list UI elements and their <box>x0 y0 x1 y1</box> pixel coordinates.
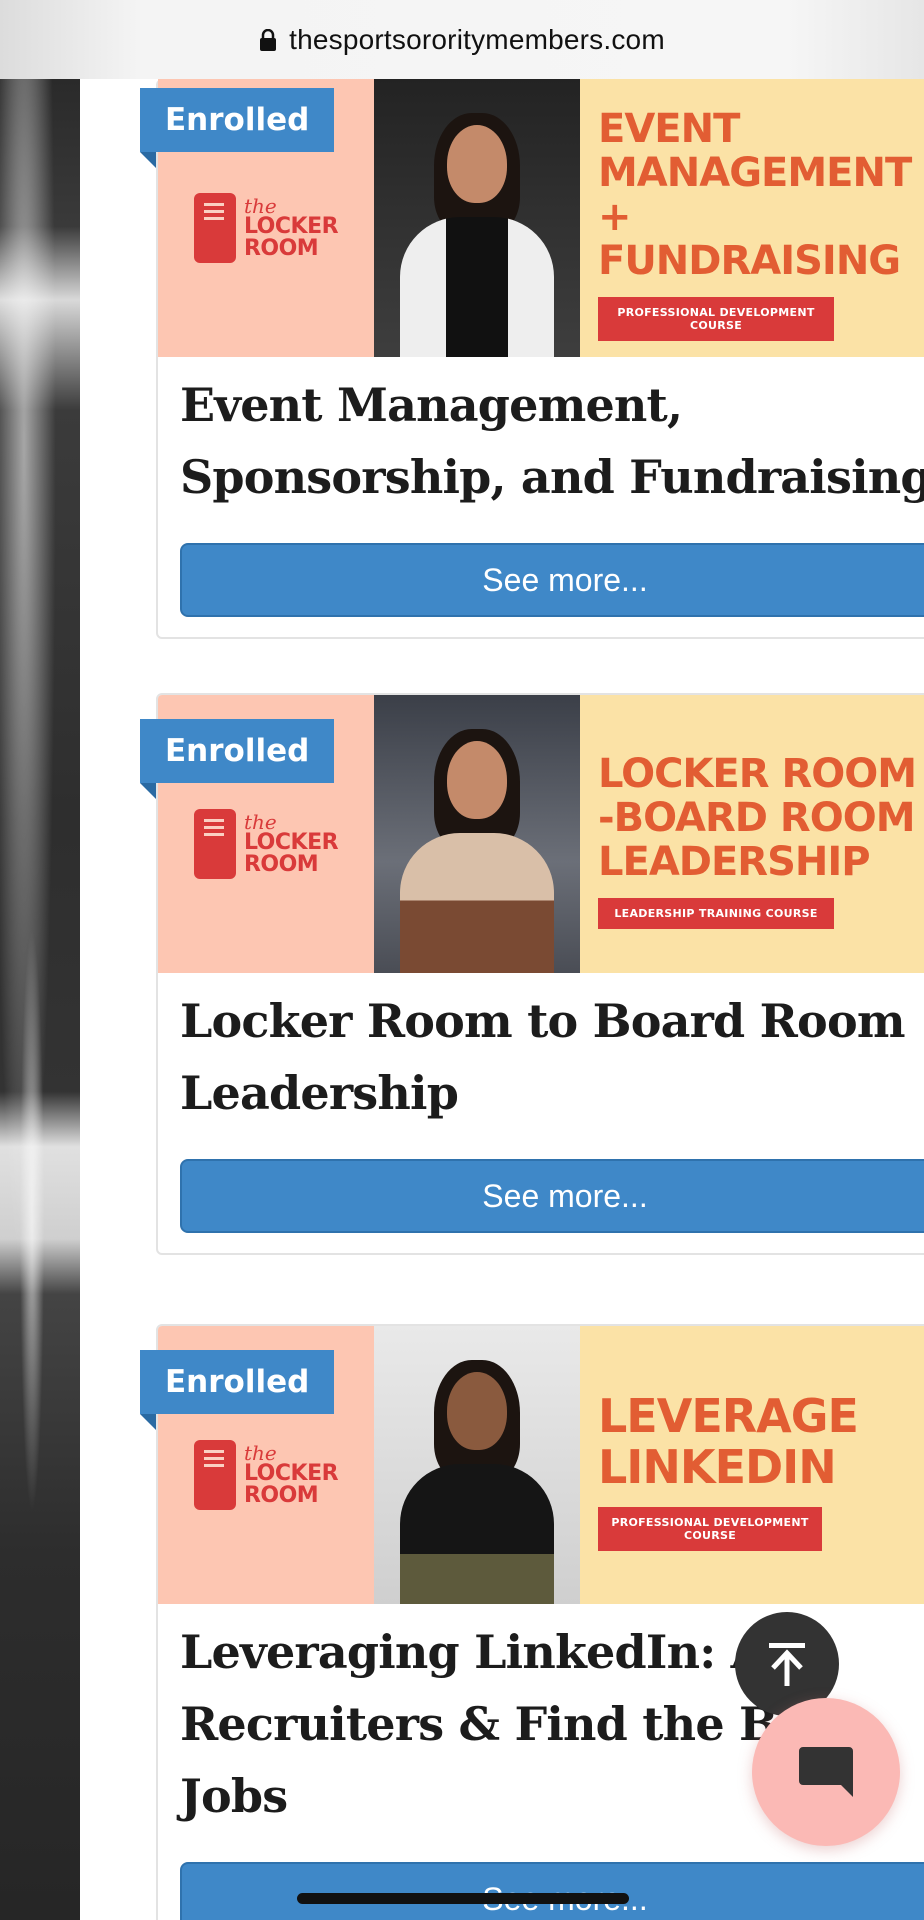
locker-room-logo: the LOCKER ROOM <box>193 193 339 263</box>
locker-icon <box>193 809 236 879</box>
enrolled-badge: Enrolled <box>140 1350 335 1430</box>
banner-text-pane: LEVERAGE LINKEDIN PROFESSIONAL DEVELOPME… <box>580 1326 924 1604</box>
logo-room: ROOM <box>243 1483 319 1508</box>
banner-headline: EVENT MANAGEMENT + FUNDRAISING <box>598 106 912 284</box>
arrow-up-to-line-icon <box>769 1643 805 1686</box>
logo-the: the <box>243 810 277 834</box>
chat-bubble-icon <box>799 1747 853 1797</box>
home-indicator <box>297 1893 629 1904</box>
enrolled-badge: Enrolled <box>140 88 335 168</box>
course-title[interactable]: Event Management, Sponsorship, and Fundr… <box>158 357 924 513</box>
logo-the: the <box>243 1441 277 1465</box>
banner-headline: LOCKER ROOM -BOARD ROOM LEADERSHIP <box>598 750 917 885</box>
banner-subtag: PROFESSIONAL DEVELOPMENT COURSE <box>598 297 834 341</box>
logo-locker: LOCKER <box>243 214 339 239</box>
logo-the: the <box>243 194 277 218</box>
browser-url-bar[interactable]: thesportsororitymembers.com <box>0 0 924 79</box>
banner-subtag: LEADERSHIP TRAINING COURSE <box>598 897 834 929</box>
chat-button[interactable] <box>752 1698 900 1846</box>
locker-room-logo: the LOCKER ROOM <box>193 1440 339 1510</box>
course-card: the LOCKER ROOM LOCKER ROOM -BOARD ROOM … <box>140 693 924 1255</box>
banner-headline: LEVERAGE LINKEDIN <box>598 1389 859 1494</box>
logo-room: ROOM <box>243 852 319 877</box>
see-more-button[interactable]: See more... <box>180 543 924 617</box>
instructor-photo <box>374 79 580 357</box>
page-background-image <box>0 79 80 1920</box>
instructor-photo <box>374 695 580 973</box>
see-more-button[interactable]: See more... <box>180 1159 924 1233</box>
banner-subtag: PROFESSIONAL DEVELOPMENT COURSE <box>598 1506 822 1551</box>
locker-icon <box>193 193 236 263</box>
course-card: the LOCKER ROOM EVENT MANAGEMENT + FUNDR… <box>140 79 924 639</box>
logo-locker: LOCKER <box>243 1461 339 1486</box>
lock-icon <box>260 28 277 51</box>
instructor-photo <box>374 1326 580 1604</box>
locker-icon <box>193 1440 236 1510</box>
logo-locker: LOCKER <box>243 830 339 855</box>
logo-room: ROOM <box>243 236 319 261</box>
enrolled-badge: Enrolled <box>140 719 335 799</box>
url-text: thesportsororitymembers.com <box>289 23 665 55</box>
see-more-button[interactable]: See more... <box>180 1862 924 1920</box>
banner-text-pane: EVENT MANAGEMENT + FUNDRAISING PROFESSIO… <box>580 79 924 357</box>
banner-text-pane: LOCKER ROOM -BOARD ROOM LEADERSHIP LEADE… <box>580 695 924 973</box>
course-title[interactable]: Locker Room to Board Room Leadership <box>158 973 924 1129</box>
locker-room-logo: the LOCKER ROOM <box>193 809 339 879</box>
